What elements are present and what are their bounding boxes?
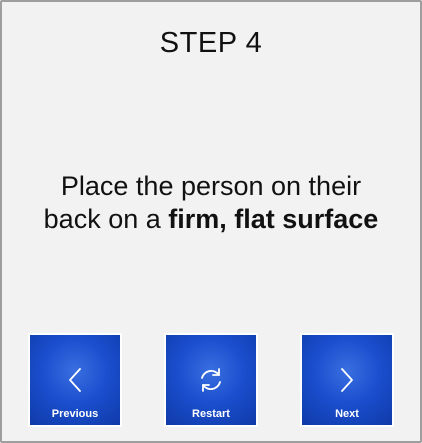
step-card: STEP 4 Place the person on their back on… <box>0 0 422 443</box>
instruction-emphasis: firm, flat surface <box>168 204 379 234</box>
instruction-line-1: Place the person on their <box>60 171 362 201</box>
instruction-text: Place the person on their back on a firm… <box>22 170 400 236</box>
next-label: Next <box>335 408 359 420</box>
chevron-right-icon <box>302 365 392 395</box>
previous-label: Previous <box>51 408 99 420</box>
previous-button[interactable]: Previous <box>28 333 122 427</box>
next-button[interactable]: Next <box>300 333 394 427</box>
refresh-icon <box>166 365 256 395</box>
chevron-left-icon <box>30 365 120 395</box>
restart-label: Restart <box>192 408 230 420</box>
restart-button[interactable]: Restart <box>164 333 258 427</box>
instruction-line-2-prefix: back on a <box>43 204 169 234</box>
step-title: STEP 4 <box>159 27 263 59</box>
